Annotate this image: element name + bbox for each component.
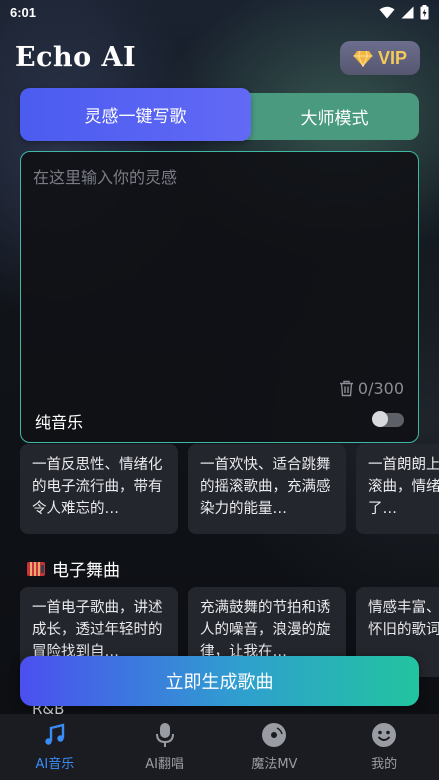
vip-label: VIP bbox=[377, 47, 407, 68]
suggestion-card-text: 一首反思性、情绪化的电子流行曲，带有令人难忘的… bbox=[32, 457, 163, 517]
microphone-icon bbox=[152, 722, 178, 748]
suggestion-card-text: 充满鼓舞的节拍和诱人的噪音，浪漫的旋律，让我在… bbox=[200, 600, 331, 660]
status-icons bbox=[379, 4, 429, 20]
suggestion-card[interactable]: 一首朗朗上口的流行摇滚曲，情绪变化反映了… bbox=[356, 444, 439, 534]
disc-icon bbox=[261, 722, 287, 748]
vip-button[interactable]: VIP bbox=[340, 41, 420, 75]
generate-label: 立即生成歌曲 bbox=[165, 672, 274, 693]
diamond-icon bbox=[353, 50, 373, 67]
nav-label: AI翻唱 bbox=[145, 757, 184, 772]
suggestion-card[interactable]: 一首欢快、适合跳舞的摇滚歌曲，充满感染力的能量… bbox=[188, 444, 346, 534]
music-note-icon bbox=[42, 722, 68, 748]
suggestion-card-text: 一首朗朗上口的流行摇滚曲，情绪变化反映了… bbox=[368, 457, 439, 517]
suggestion-card[interactable]: 一首反思性、情绪化的电子流行曲，带有令人难忘的… bbox=[20, 444, 178, 534]
battery-icon bbox=[420, 4, 429, 19]
nav-item-ai-music[interactable]: AI音乐 bbox=[0, 714, 110, 780]
generate-song-button[interactable]: 立即生成歌曲 bbox=[20, 656, 419, 706]
accordion-icon bbox=[27, 561, 45, 576]
tab-master-mode[interactable]: 大师模式 bbox=[240, 93, 419, 140]
suggestion-card-text: 一首电子歌曲，讲述成长，透过年轻时的冒险找到自… bbox=[32, 600, 163, 660]
tab-inspiration-label: 灵感一键写歌 bbox=[84, 107, 187, 127]
wifi-icon bbox=[379, 6, 395, 18]
smiley-icon bbox=[371, 722, 397, 748]
app-title: Echo AI bbox=[15, 42, 137, 73]
nav-label: 我的 bbox=[371, 757, 398, 772]
suggestion-card-text: 一首欢快、适合跳舞的摇滚歌曲，充满感染力的能量… bbox=[200, 457, 331, 517]
nav-item-ai-cover[interactable]: AI翻唱 bbox=[110, 714, 220, 780]
nav-item-magic-mv[interactable]: 魔法MV bbox=[220, 714, 330, 780]
inspiration-card: 0/300 纯音乐 bbox=[20, 151, 419, 443]
section-title-electronic: 电子舞曲 bbox=[26, 556, 120, 581]
status-time: 6:01 bbox=[10, 4, 37, 20]
trash-icon[interactable] bbox=[339, 380, 354, 397]
pure-music-toggle[interactable] bbox=[372, 411, 404, 427]
char-counter: 0/300 bbox=[339, 379, 404, 398]
inspiration-input[interactable] bbox=[33, 164, 403, 364]
char-count-text: 0/300 bbox=[357, 379, 404, 398]
suggestion-card-text: 情感丰富、带有噪音和怀旧的歌词，讲述爱… bbox=[368, 600, 439, 638]
tab-inspiration-write[interactable]: 灵感一键写歌 bbox=[20, 88, 251, 141]
signal-icon bbox=[401, 6, 414, 18]
toggle-knob bbox=[372, 411, 388, 427]
nav-label: AI音乐 bbox=[35, 757, 75, 772]
nav-item-mine[interactable]: 我的 bbox=[329, 714, 439, 780]
pure-music-label: 纯音乐 bbox=[35, 413, 84, 432]
bottom-nav: AI音乐 AI翻唱 魔法MV 我的 bbox=[0, 714, 439, 780]
tab-master-label: 大师模式 bbox=[300, 109, 369, 129]
status-bar: 6:01 bbox=[0, 0, 439, 24]
suggestion-row-top: 一首反思性、情绪化的电子流行曲，带有令人难忘的… 一首欢快、适合跳舞的摇滚歌曲，… bbox=[0, 444, 439, 534]
nav-label: 魔法MV bbox=[251, 757, 298, 772]
section-title-text: 电子舞曲 bbox=[52, 561, 120, 581]
